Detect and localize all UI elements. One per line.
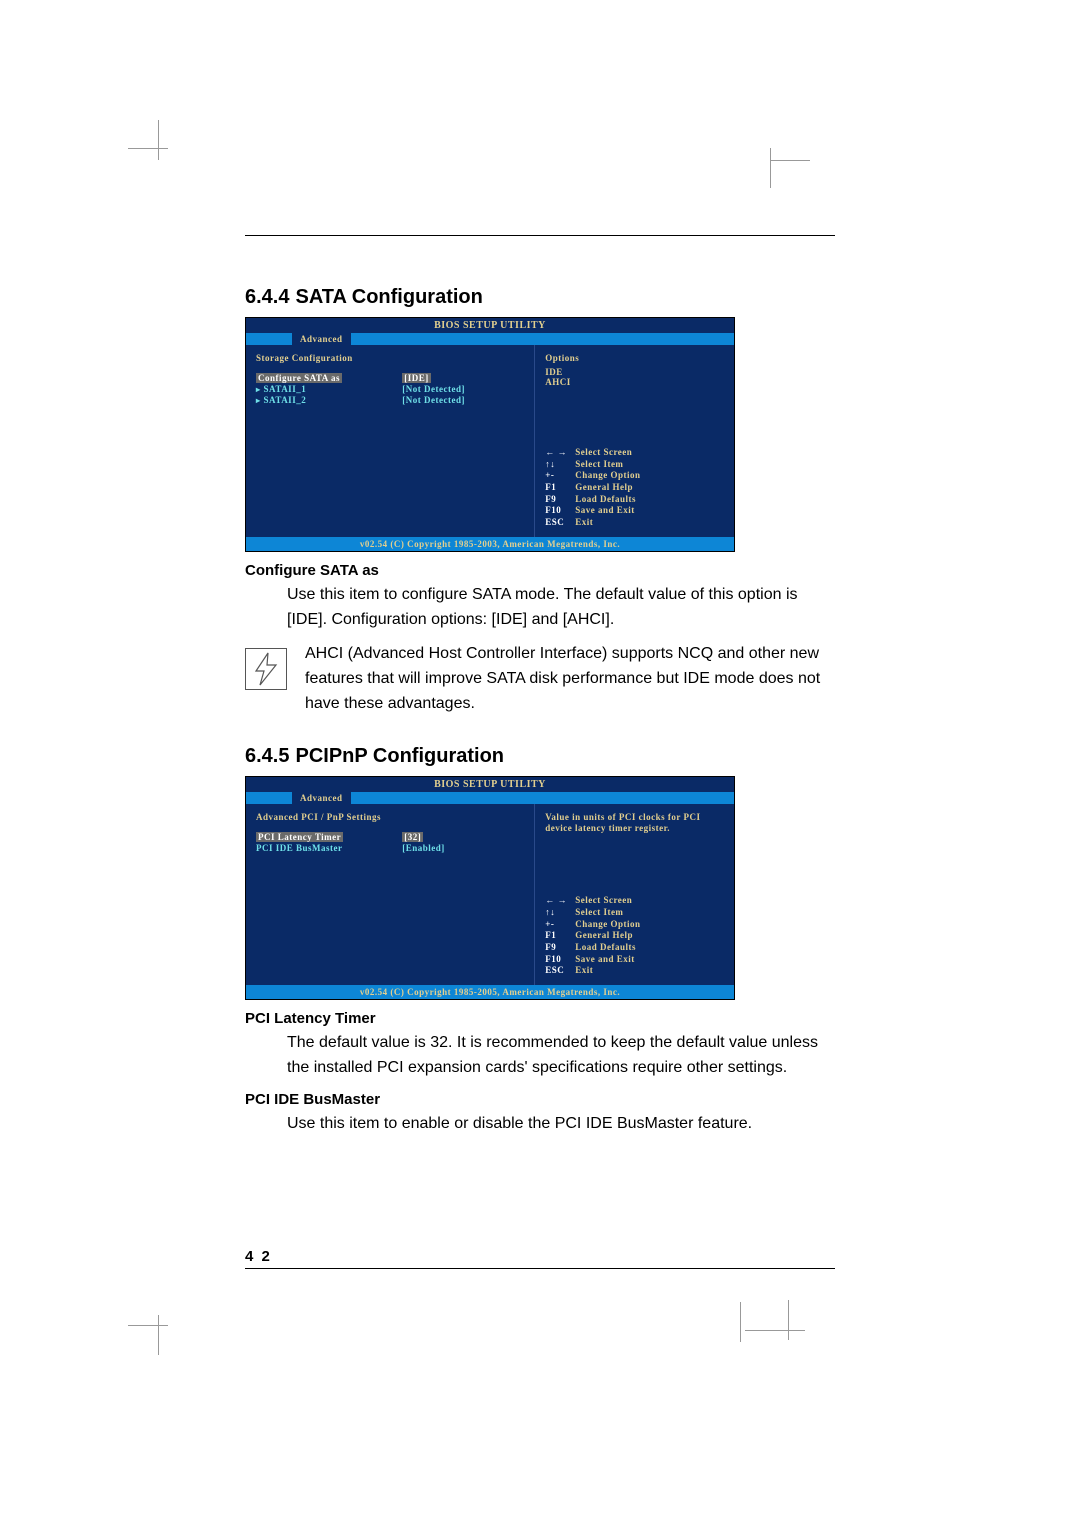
heading-645: 6.4.5 PCIPnP Configuration <box>245 745 835 768</box>
subhead-busmaster: PCI IDE BusMaster <box>245 1091 835 1108</box>
help-desc: Change Option <box>575 919 724 931</box>
help-desc: Select Screen <box>575 447 724 459</box>
help-key: F9 <box>545 942 575 954</box>
bios-panel-title: Storage Configuration <box>256 353 524 363</box>
help-desc: General Help <box>575 930 724 942</box>
bios-tabs: Advanced <box>246 333 734 345</box>
rule-bottom <box>245 1268 835 1269</box>
row-label: SATAII_2 <box>256 395 402 405</box>
note-text: AHCI (Advanced Host Controller Interface… <box>305 642 835 716</box>
body-busmaster: Use this item to enable or disable the P… <box>287 1112 835 1137</box>
options-title: Options <box>545 353 724 363</box>
subhead-pci-latency: PCI Latency Timer <box>245 1010 835 1027</box>
row-value: [IDE] <box>402 373 431 383</box>
heading-644: 6.4.4 SATA Configuration <box>245 286 835 309</box>
bios-footer: v02.54 (C) Copyright 1985-2005, American… <box>246 985 734 999</box>
bios-right-panel: Options IDE AHCI ← →Select Screen ↑↓Sele… <box>535 345 734 537</box>
help-key: ESC <box>545 965 575 977</box>
row-label: PCI Latency Timer <box>256 832 343 842</box>
help-key: ↑↓ <box>545 459 575 471</box>
bios-tab-advanced: Advanced <box>292 792 351 804</box>
option-ahci: AHCI <box>545 377 724 387</box>
help-desc: General Help <box>575 482 724 494</box>
bios-row-pci-latency: PCI Latency Timer [32] <box>256 832 524 842</box>
help-key: +- <box>545 470 575 482</box>
row-value: [Not Detected] <box>402 395 524 405</box>
help-desc: Select Item <box>575 459 724 471</box>
body-configure-sata: Use this item to configure SATA mode. Th… <box>287 583 835 633</box>
help-key: F9 <box>545 494 575 506</box>
bios-row-sata1: SATAII_1 [Not Detected] <box>256 384 524 394</box>
help-desc: Save and Exit <box>575 954 724 966</box>
rule-top <box>245 235 835 236</box>
page-footer: 4 2 <box>245 1248 835 1269</box>
body-pci-latency: The default value is 32. It is recommend… <box>287 1031 835 1081</box>
bios-right-help-text: Value in units of PCI clocks for PCI dev… <box>545 812 724 835</box>
bios-left-panel: Storage Configuration Configure SATA as … <box>246 345 535 537</box>
help-key: ← → <box>545 895 575 907</box>
help-key: ESC <box>545 517 575 529</box>
bios-title: BIOS SETUP UTILITY <box>246 777 734 792</box>
bios-title: BIOS SETUP UTILITY <box>246 318 734 333</box>
help-desc: Load Defaults <box>575 942 724 954</box>
bios-tabs: Advanced <box>246 792 734 804</box>
row-label: PCI IDE BusMaster <box>256 843 402 853</box>
page-content: 6.4.4 SATA Configuration BIOS SETUP UTILI… <box>245 235 835 1146</box>
bios-row-busmaster: PCI IDE BusMaster [Enabled] <box>256 843 524 853</box>
lightning-icon <box>245 648 287 690</box>
subhead-configure-sata: Configure SATA as <box>245 562 835 579</box>
row-label: SATAII_1 <box>256 384 402 394</box>
bios-left-panel: Advanced PCI / PnP Settings PCI Latency … <box>246 804 535 985</box>
heading-title: SATA Configuration <box>295 286 482 308</box>
bios-screenshot-645: BIOS SETUP UTILITY Advanced Advanced PCI… <box>245 776 735 1000</box>
page-number: 4 2 <box>245 1248 272 1265</box>
row-value: [32] <box>402 832 423 842</box>
help-key: +- <box>545 919 575 931</box>
bios-row-configure-sata: Configure SATA as [IDE] <box>256 373 524 383</box>
help-key: F1 <box>545 482 575 494</box>
heading-title: PCIPnP Configuration <box>295 745 504 767</box>
help-desc: Load Defaults <box>575 494 724 506</box>
option-ide: IDE <box>545 367 724 377</box>
note-row: AHCI (Advanced Host Controller Interface… <box>245 642 835 716</box>
help-key: ← → <box>545 447 575 459</box>
bios-tab-advanced: Advanced <box>292 333 351 345</box>
bios-right-panel: Value in units of PCI clocks for PCI dev… <box>535 804 734 985</box>
bios-help-keys: ← →Select Screen ↑↓Select Item +-Change … <box>545 895 724 977</box>
bios-row-sata2: SATAII_2 [Not Detected] <box>256 395 524 405</box>
help-desc: Exit <box>575 517 724 529</box>
bios-screenshot-644: BIOS SETUP UTILITY Advanced Storage Conf… <box>245 317 735 552</box>
row-value: [Enabled] <box>402 843 524 853</box>
help-desc: Select Screen <box>575 895 724 907</box>
bios-footer: v02.54 (C) Copyright 1985-2003, American… <box>246 537 734 551</box>
bios-panel-title: Advanced PCI / PnP Settings <box>256 812 524 822</box>
help-desc: Exit <box>575 965 724 977</box>
help-key: F1 <box>545 930 575 942</box>
help-key: F10 <box>545 505 575 517</box>
heading-number: 6.4.4 <box>245 286 289 308</box>
help-key: ↑↓ <box>545 907 575 919</box>
help-key: F10 <box>545 954 575 966</box>
help-desc: Select Item <box>575 907 724 919</box>
heading-number: 6.4.5 <box>245 745 289 767</box>
row-label: Configure SATA as <box>256 373 342 383</box>
help-desc: Change Option <box>575 470 724 482</box>
help-desc: Save and Exit <box>575 505 724 517</box>
row-value: [Not Detected] <box>402 384 524 394</box>
bios-help-keys: ← →Select Screen ↑↓Select Item +-Change … <box>545 447 724 529</box>
